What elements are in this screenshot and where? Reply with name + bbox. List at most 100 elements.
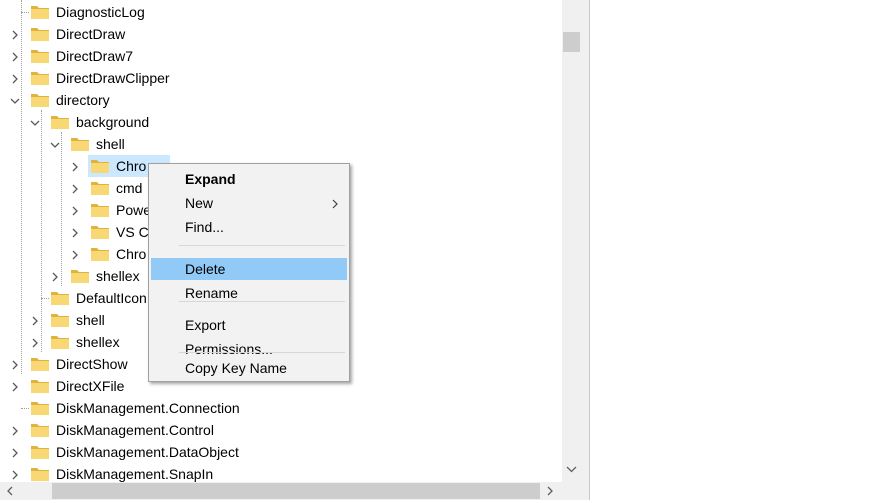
tree-item[interactable]: DiskManagement.SnapIn: [0, 463, 562, 482]
expand-toggle[interactable]: [9, 446, 21, 458]
tree-item-label: shellex: [76, 334, 120, 350]
folder-icon: [31, 28, 49, 41]
menu-item-label: Copy Key Name: [185, 360, 287, 376]
menu-item-label: Delete: [185, 261, 226, 277]
tree-item[interactable]: DiskManagement.DataObject: [0, 441, 562, 463]
pane-splitter[interactable]: [581, 0, 590, 500]
collapse-toggle[interactable]: [49, 138, 61, 150]
folder-icon-wrap: [90, 158, 110, 174]
values-pane[interactable]: [590, 0, 888, 500]
folder-icon: [91, 204, 109, 217]
chevron-right-icon: [547, 486, 553, 496]
folder-icon-wrap: [90, 224, 110, 240]
folder-icon-wrap: [70, 136, 90, 152]
tree-item-label: shell: [76, 312, 105, 328]
tree-item[interactable]: DiskManagement.Control: [0, 419, 562, 441]
tree-item-label: DirectShow: [56, 356, 128, 372]
tree-item-label: cmd: [116, 180, 143, 196]
chevron-down-icon: [50, 142, 60, 148]
chevron-right-icon: [32, 338, 38, 348]
folder-icon-wrap: [30, 378, 50, 394]
folder-icon: [31, 380, 49, 393]
folder-icon-wrap: [30, 48, 50, 64]
menu-item-copy-key-name[interactable]: Copy Key Name: [151, 357, 347, 379]
chevron-right-icon: [12, 52, 18, 62]
expand-toggle[interactable]: [29, 314, 41, 326]
horizontal-scroll-thumb[interactable]: [52, 483, 540, 499]
folder-icon: [91, 226, 109, 239]
tree-item-label: DiskManagement.DataObject: [56, 444, 239, 460]
folder-icon-wrap: [30, 70, 50, 86]
tree-item[interactable]: background: [0, 111, 562, 133]
menu-item-new[interactable]: New: [151, 192, 347, 214]
expand-toggle[interactable]: [9, 28, 21, 40]
folder-icon-wrap: [30, 92, 50, 108]
expand-toggle[interactable]: [69, 248, 81, 260]
tree-item[interactable]: shell: [0, 133, 562, 155]
tree-item[interactable]: DirectDraw7: [0, 45, 562, 67]
folder-icon: [91, 248, 109, 261]
folder-icon-wrap: [30, 356, 50, 372]
expand-toggle[interactable]: [69, 182, 81, 194]
menu-item-label: Find...: [185, 219, 224, 235]
folder-icon-wrap: [50, 114, 70, 130]
folder-icon-wrap: [30, 4, 50, 20]
tree-item-label: DirectDraw7: [56, 48, 134, 64]
tree-item-label: DirectDrawClipper: [56, 70, 170, 86]
folder-icon-wrap: [50, 312, 70, 328]
expand-toggle[interactable]: [69, 160, 81, 172]
folder-icon: [31, 50, 49, 63]
folder-icon: [31, 402, 49, 415]
tree-item[interactable]: DiskManagement.Connection: [0, 397, 562, 419]
expand-toggle[interactable]: [69, 226, 81, 238]
tree-connector: [41, 298, 49, 299]
tree-item[interactable]: DiagnosticLog: [0, 1, 562, 23]
menu-item-label: Permissions...: [185, 341, 273, 357]
chevron-down-icon: [10, 98, 20, 104]
expand-toggle[interactable]: [9, 468, 21, 480]
menu-item-find[interactable]: Find...: [151, 216, 347, 238]
tree-item-label: Chro: [116, 158, 147, 174]
folder-icon: [51, 116, 69, 129]
folder-icon: [71, 270, 89, 283]
expand-toggle[interactable]: [9, 424, 21, 436]
folder-icon-wrap: [30, 400, 50, 416]
chevron-right-icon: [12, 360, 18, 370]
tree-item[interactable]: DirectDraw: [0, 23, 562, 45]
scroll-down-button[interactable]: [562, 459, 581, 479]
horizontal-scrollbar[interactable]: [0, 482, 562, 500]
chevron-down-icon: [566, 466, 577, 473]
collapse-toggle[interactable]: [9, 94, 21, 106]
expand-toggle[interactable]: [9, 380, 21, 392]
expand-toggle[interactable]: [49, 270, 61, 282]
expand-toggle[interactable]: [69, 204, 81, 216]
expand-toggle[interactable]: [9, 72, 21, 84]
chevron-right-icon: [72, 250, 78, 260]
folder-icon-wrap: [30, 466, 50, 482]
folder-icon-wrap: [90, 246, 110, 262]
menu-item-expand[interactable]: Expand: [151, 168, 347, 190]
vertical-scroll-thumb[interactable]: [563, 32, 580, 52]
expand-toggle[interactable]: [9, 358, 21, 370]
menu-item-delete[interactable]: Delete: [151, 258, 347, 280]
menu-separator: [179, 301, 345, 302]
folder-icon: [31, 424, 49, 437]
folder-icon-wrap: [90, 202, 110, 218]
vertical-scrollbar[interactable]: [562, 0, 581, 482]
expand-toggle[interactable]: [9, 50, 21, 62]
collapse-toggle[interactable]: [29, 116, 41, 128]
tree-item[interactable]: directory: [0, 89, 562, 111]
folder-icon-wrap: [70, 268, 90, 284]
tree-item-label: shell: [96, 136, 125, 152]
menu-item-label: Rename: [185, 285, 238, 301]
scroll-right-button[interactable]: [540, 482, 560, 500]
chevron-right-icon: [12, 74, 18, 84]
tree-item[interactable]: DirectDrawClipper: [0, 67, 562, 89]
tree-item-label: DiagnosticLog: [56, 4, 145, 20]
scroll-left-button[interactable]: [0, 482, 20, 500]
chevron-left-icon: [7, 486, 13, 496]
chevron-right-icon: [72, 228, 78, 238]
folder-icon: [31, 468, 49, 481]
menu-item-export[interactable]: Export: [151, 314, 347, 336]
expand-toggle[interactable]: [29, 336, 41, 348]
